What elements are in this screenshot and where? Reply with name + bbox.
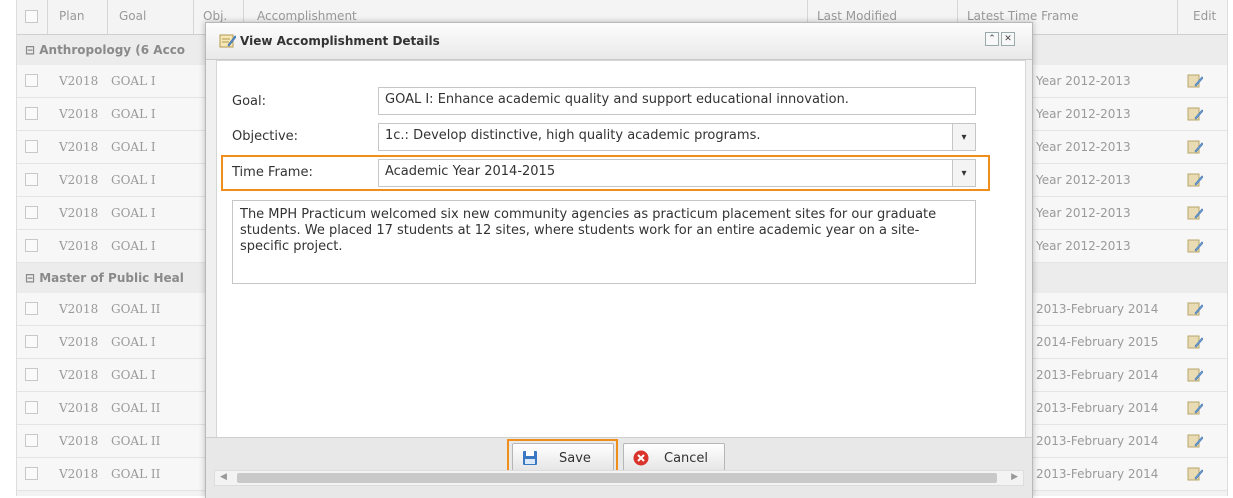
cell-plan: V2018 xyxy=(59,302,99,316)
goal-label: Goal: xyxy=(232,94,266,109)
cell-plan: V2018 xyxy=(59,239,99,253)
cell-plan: V2018 xyxy=(59,173,99,187)
edit-icon[interactable] xyxy=(1187,173,1204,187)
row-checkbox[interactable] xyxy=(25,368,38,381)
cell-time-frame: Year 2012-2013 xyxy=(1036,239,1131,253)
cell-goal: GOAL I xyxy=(111,368,156,382)
cell-goal: GOAL I xyxy=(111,74,156,88)
edit-icon[interactable] xyxy=(1187,401,1204,415)
cell-goal: GOAL II xyxy=(111,401,161,415)
edit-icon[interactable] xyxy=(1187,368,1204,382)
edit-icon[interactable] xyxy=(1187,239,1204,253)
dialog-title: View Accomplishment Details xyxy=(240,34,440,48)
column-header-edit[interactable]: Edit xyxy=(1193,9,1216,23)
column-header-objective[interactable]: Obj. xyxy=(203,9,227,23)
cell-time-frame: Year 2012-2013 xyxy=(1036,107,1131,121)
edit-icon[interactable] xyxy=(1187,206,1204,220)
column-header-latest-time-frame[interactable]: Latest Time Frame xyxy=(967,9,1078,23)
cell-time-frame: 2013-February 2014 xyxy=(1036,467,1159,481)
edit-icon[interactable] xyxy=(1187,434,1204,448)
cell-time-frame: Year 2012-2013 xyxy=(1036,74,1131,88)
cell-goal: GOAL I xyxy=(111,206,156,220)
cell-plan: V2018 xyxy=(59,335,99,349)
cancel-button[interactable]: Cancel xyxy=(623,443,725,473)
cell-goal: GOAL I xyxy=(111,239,156,253)
cell-plan: V2018 xyxy=(59,401,99,415)
row-checkbox[interactable] xyxy=(25,140,38,153)
accomplishment-dialog: View Accomplishment Details ⌃ ✕ Goal: GO… xyxy=(205,22,1033,498)
cell-goal: GOAL II xyxy=(111,302,161,316)
dropdown-arrow-icon[interactable]: ▾ xyxy=(952,124,975,150)
cell-goal: GOAL I xyxy=(111,335,156,349)
dialog-body: Goal: GOAL I: Enhance academic quality a… xyxy=(216,60,1026,438)
edit-icon[interactable] xyxy=(1187,302,1204,316)
cell-goal: GOAL I xyxy=(111,140,156,154)
cancel-button-label: Cancel xyxy=(664,451,709,466)
horizontal-scrollbar[interactable]: ◀ ▶ xyxy=(214,470,1024,486)
cell-time-frame: 2013-February 2014 xyxy=(1036,434,1159,448)
objective-label: Objective: xyxy=(232,129,299,144)
cancel-x-icon xyxy=(633,450,649,470)
cell-plan: V2018 xyxy=(59,467,99,481)
row-checkbox[interactable] xyxy=(25,74,38,87)
scroll-right-icon[interactable]: ▶ xyxy=(1011,472,1018,482)
row-checkbox[interactable] xyxy=(25,335,38,348)
row-checkbox[interactable] xyxy=(25,401,38,414)
group-label: ⊟ Anthropology (6 Acco xyxy=(25,43,186,57)
column-header-plan[interactable]: Plan xyxy=(59,9,85,23)
cell-time-frame: Year 2012-2013 xyxy=(1036,140,1131,154)
row-checkbox[interactable] xyxy=(25,107,38,120)
cell-plan: V2018 xyxy=(59,74,99,88)
cell-goal: GOAL I xyxy=(111,107,156,121)
edit-icon[interactable] xyxy=(1187,467,1204,481)
goal-field[interactable]: GOAL I: Enhance academic quality and sup… xyxy=(378,87,976,115)
cell-plan: V2018 xyxy=(59,368,99,382)
pencil-note-icon xyxy=(219,33,237,52)
column-header-last-modified[interactable]: Last Modified xyxy=(817,9,897,23)
cell-plan: V2018 xyxy=(59,434,99,448)
time-frame-highlight xyxy=(221,155,990,191)
close-icon[interactable]: ✕ xyxy=(1001,32,1015,46)
cell-time-frame: 2013-February 2014 xyxy=(1036,368,1159,382)
cell-goal: GOAL II xyxy=(111,467,161,481)
scroll-left-icon[interactable]: ◀ xyxy=(220,472,227,482)
scrollbar-thumb[interactable] xyxy=(237,473,997,483)
row-checkbox[interactable] xyxy=(25,173,38,186)
edit-icon[interactable] xyxy=(1187,335,1204,349)
cell-goal: GOAL I xyxy=(111,173,156,187)
cell-time-frame: Year 2012-2013 xyxy=(1036,173,1131,187)
row-checkbox[interactable] xyxy=(25,206,38,219)
column-header-accomplishment[interactable]: Accomplishment xyxy=(257,9,357,23)
row-checkbox[interactable] xyxy=(25,239,38,252)
group-label: ⊟ Master of Public Heal xyxy=(25,271,184,285)
dialog-footer: Save Cancel xyxy=(206,437,1032,498)
edit-icon[interactable] xyxy=(1187,107,1204,121)
row-checkbox[interactable] xyxy=(25,302,38,315)
collapse-icon[interactable]: ⌃ xyxy=(985,32,999,46)
dialog-title-bar[interactable]: View Accomplishment Details ⌃ ✕ xyxy=(206,23,1032,60)
cell-time-frame: 2014-February 2015 xyxy=(1036,335,1159,349)
cell-plan: V2018 xyxy=(59,206,99,220)
objective-value: 1c.: Develop distinctive, high quality a… xyxy=(385,128,761,143)
cell-plan: V2018 xyxy=(59,107,99,121)
accomplishment-textarea[interactable]: The MPH Practicum welcomed six new commu… xyxy=(232,200,976,284)
cell-time-frame: 2013-February 2014 xyxy=(1036,302,1159,316)
column-header-goal[interactable]: Goal xyxy=(119,9,146,23)
cell-plan: V2018 xyxy=(59,140,99,154)
cell-time-frame: Year 2012-2013 xyxy=(1036,206,1131,220)
row-checkbox[interactable] xyxy=(25,467,38,480)
objective-select[interactable]: 1c.: Develop distinctive, high quality a… xyxy=(378,123,976,151)
cell-goal: GOAL II xyxy=(111,434,161,448)
edit-icon[interactable] xyxy=(1187,74,1204,88)
edit-icon[interactable] xyxy=(1187,140,1204,154)
row-checkbox[interactable] xyxy=(25,434,38,447)
select-all-checkbox[interactable] xyxy=(25,10,38,23)
cell-time-frame: 2013-February 2014 xyxy=(1036,401,1159,415)
